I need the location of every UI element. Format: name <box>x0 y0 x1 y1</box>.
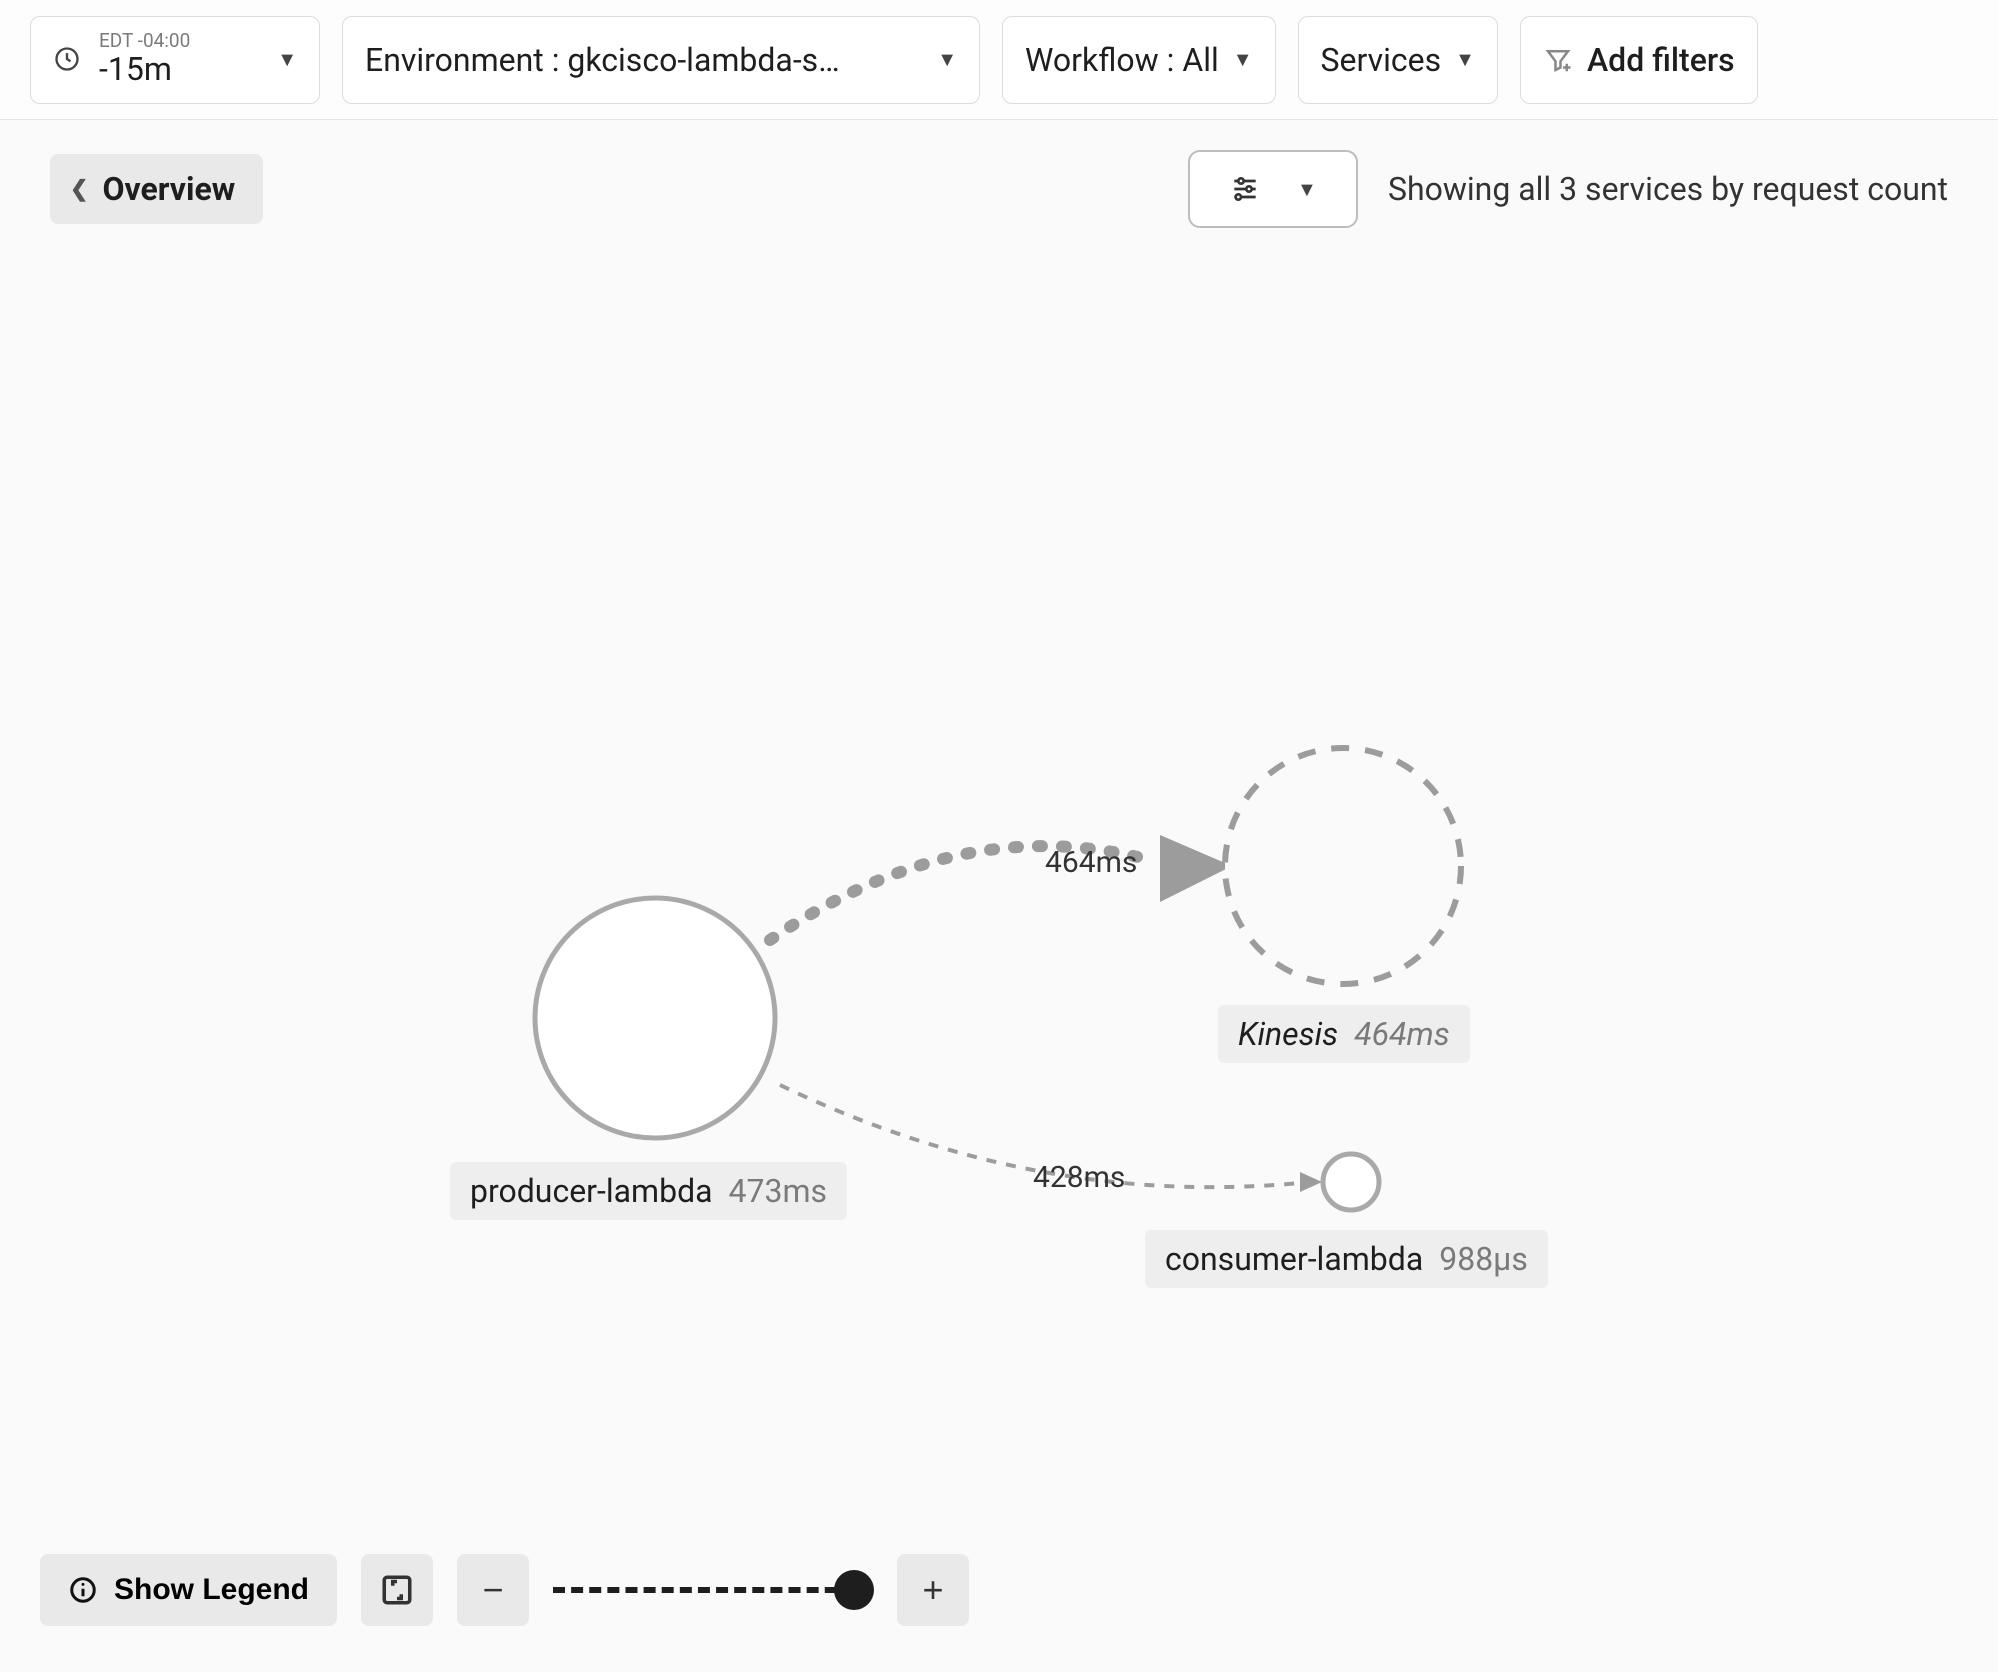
overview-label: Overview <box>102 170 235 208</box>
timezone-label: EDT -04:00 <box>99 31 190 52</box>
caret-down-icon: ▼ <box>277 47 297 72</box>
caret-down-icon: ▼ <box>937 47 957 72</box>
node-name: Kinesis <box>1238 1015 1338 1053</box>
environment-value: gkcisco-lambda-s… <box>567 41 839 79</box>
add-filters-label: Add filters <box>1587 41 1735 79</box>
fit-to-screen-button[interactable] <box>361 1554 433 1626</box>
slider-track <box>553 1587 873 1593</box>
minus-icon: − <box>482 1569 503 1611</box>
workflow-dropdown[interactable]: Workflow : All ▼ <box>1002 16 1276 104</box>
node-kinesis[interactable] <box>1225 748 1461 984</box>
node-label-consumer[interactable]: consumer-lambda 988µs <box>1145 1230 1548 1288</box>
time-range-picker[interactable]: EDT -04:00 -15m ▼ <box>30 16 320 104</box>
edge-producer-consumer[interactable] <box>780 1085 1310 1187</box>
services-label: Services <box>1321 41 1442 79</box>
node-label-producer[interactable]: producer-lambda 473ms <box>450 1162 847 1220</box>
sliders-icon <box>1229 173 1261 205</box>
time-range-value: -15m <box>99 52 190 87</box>
caret-down-icon: ▼ <box>1455 47 1475 72</box>
environment-prefix: Environment : <box>365 41 559 79</box>
node-latency: 473ms <box>729 1172 828 1210</box>
filter-add-icon <box>1543 45 1573 75</box>
workflow-prefix: Workflow : <box>1025 41 1174 79</box>
node-latency: 988µs <box>1439 1240 1528 1278</box>
node-consumer-lambda[interactable] <box>1323 1154 1379 1210</box>
node-name: producer-lambda <box>470 1172 713 1210</box>
caret-down-icon: ▼ <box>1297 177 1317 202</box>
arrowhead-icon <box>1160 835 1232 902</box>
zoom-slider[interactable] <box>553 1554 873 1626</box>
filter-bar: EDT -04:00 -15m ▼ Environment : gkcisco-… <box>0 0 1998 120</box>
caret-down-icon: ▼ <box>1233 47 1253 72</box>
workflow-value: All <box>1182 41 1218 79</box>
node-name: consumer-lambda <box>1165 1240 1423 1278</box>
clock-icon <box>53 45 81 73</box>
services-dropdown[interactable]: Services ▼ <box>1298 16 1498 104</box>
edge-latency-consumer: 428ms <box>1033 1160 1125 1195</box>
services-count-text: Showing all 3 services by request count <box>1388 170 1948 208</box>
overview-back-button[interactable]: ❮ Overview <box>50 154 263 224</box>
view-settings-dropdown[interactable]: ▼ <box>1188 150 1358 228</box>
service-map-canvas: 464ms 428ms producer-lambda 473ms Kinesi… <box>0 0 1998 1672</box>
fullscreen-icon <box>380 1573 414 1607</box>
node-latency: 464ms <box>1354 1015 1450 1053</box>
node-label-kinesis[interactable]: Kinesis 464ms <box>1218 1005 1470 1063</box>
chevron-left-icon: ❮ <box>70 177 88 202</box>
show-legend-button[interactable]: Show Legend <box>40 1554 337 1626</box>
slider-thumb[interactable] <box>834 1570 874 1610</box>
node-producer-lambda[interactable] <box>535 898 775 1138</box>
add-filters-button[interactable]: Add filters <box>1520 16 1758 104</box>
legend-label: Show Legend <box>114 1573 309 1607</box>
environment-dropdown[interactable]: Environment : gkcisco-lambda-s… ▼ <box>342 16 980 104</box>
map-controls: Show Legend − + <box>40 1554 969 1626</box>
zoom-in-button[interactable]: + <box>897 1554 969 1626</box>
info-icon <box>68 1575 98 1605</box>
plus-icon: + <box>922 1569 943 1611</box>
arrowhead-icon <box>1300 1172 1322 1192</box>
sub-header: ❮ Overview ▼ Showing all 3 services by r… <box>0 150 1998 228</box>
zoom-out-button[interactable]: − <box>457 1554 529 1626</box>
edge-producer-kinesis[interactable] <box>770 846 1150 940</box>
